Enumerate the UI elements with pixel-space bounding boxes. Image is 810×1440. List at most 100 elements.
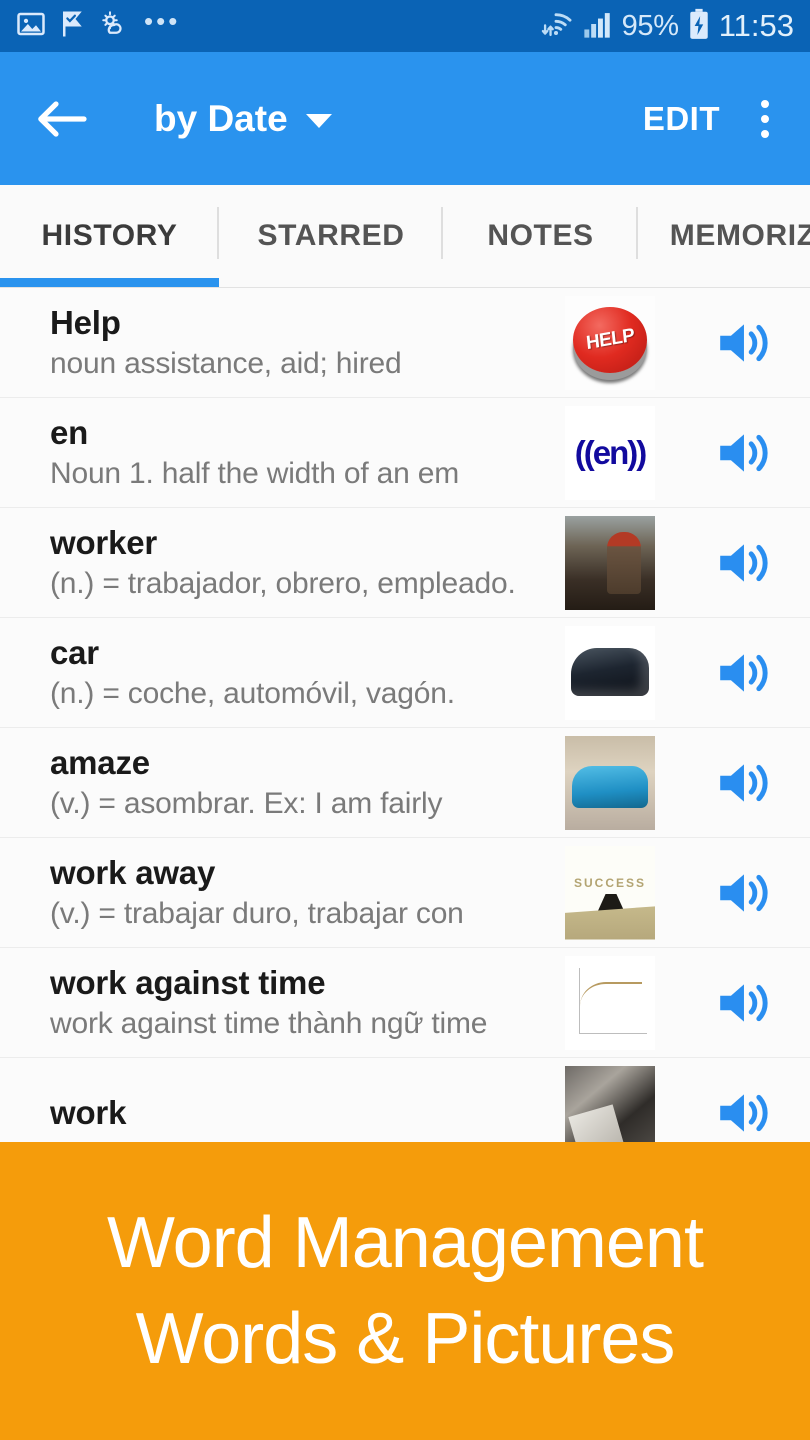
word-definition: work against time thành ngữ time	[50, 1006, 488, 1040]
desk-photo	[565, 1065, 655, 1142]
word-title: en	[50, 413, 89, 451]
speaker-icon[interactable]	[714, 644, 776, 702]
help-button-graphic: HELP	[573, 306, 647, 373]
help-button-image: HELP	[565, 295, 655, 390]
tab-bar: HISTORY STARRED NOTES MEMORIZE	[0, 185, 810, 288]
battery-percent-label: 95%	[621, 9, 679, 42]
speaker-cell[interactable]	[680, 314, 810, 372]
tab-history[interactable]: HISTORY	[0, 185, 219, 287]
tab-label: NOTES	[487, 219, 594, 252]
image-icon	[16, 9, 46, 44]
promo-banner-line1: Word Management	[107, 1203, 704, 1283]
en-logo-image: ((en))	[565, 405, 655, 500]
list-item[interactable]: work	[0, 1058, 810, 1142]
word-title: work away	[50, 853, 216, 891]
list-item[interactable]: work away (v.) = trabajar duro, trabajar…	[0, 838, 810, 948]
list-item-text: amaze (v.) = asombrar. Ex: I am fairly	[0, 742, 540, 824]
tab-memorize[interactable]: MEMORIZE	[638, 185, 810, 287]
help-button-label: HELP	[584, 324, 636, 354]
success-label: SUCCESS	[573, 875, 646, 890]
speaker-cell[interactable]	[680, 974, 810, 1032]
word-title: Help	[50, 303, 121, 341]
word-definition: Noun 1. half the width of an em	[50, 456, 460, 490]
tab-active-indicator	[0, 278, 219, 287]
promo-banner[interactable]: Word Management Words & Pictures	[0, 1142, 810, 1440]
blue-car-photo	[565, 735, 655, 830]
promo-banner-line2: Words & Pictures	[135, 1299, 676, 1379]
back-arrow-icon	[38, 100, 87, 137]
list-item[interactable]: amaze (v.) = asombrar. Ex: I am fairly	[0, 728, 810, 838]
edit-button[interactable]: EDIT	[631, 92, 732, 146]
speaker-icon[interactable]	[714, 424, 776, 482]
kebab-dot	[761, 99, 769, 108]
list-item-text: work against time work against time thàn…	[0, 962, 540, 1044]
car-photo	[565, 625, 655, 720]
overflow-menu-button[interactable]	[742, 89, 788, 149]
word-title: work	[50, 1093, 127, 1131]
status-bar-system: 95% 11:53	[538, 8, 794, 45]
speaker-cell[interactable]	[680, 424, 810, 482]
tab-starred[interactable]: STARRED	[219, 185, 443, 287]
status-bar-notifications: •••	[16, 6, 181, 44]
word-definition: (n.) = trabajador, obrero, empleado.	[50, 566, 516, 600]
check-flag-icon	[60, 9, 86, 44]
speaker-icon[interactable]	[714, 314, 776, 372]
speaker-icon[interactable]	[714, 534, 776, 592]
success-road-photo: SUCCESS	[565, 845, 655, 940]
more-dots-icon: •••	[144, 6, 181, 36]
tab-label: MEMORIZE	[669, 219, 810, 252]
list-item[interactable]: work against time work against time thàn…	[0, 948, 810, 1058]
list-item-text: Help noun assistance, aid; hired	[0, 302, 540, 384]
word-definition: noun assistance, aid; hired	[50, 346, 402, 380]
list-item-text: work away (v.) = trabajar duro, trabajar…	[0, 852, 540, 934]
tab-label: STARRED	[257, 219, 405, 252]
word-definition: (v.) = asombrar. Ex: I am fairly	[50, 786, 443, 820]
kebab-dot	[761, 114, 769, 123]
back-button[interactable]	[14, 98, 110, 140]
list-item-text: work	[0, 1092, 540, 1134]
speaker-icon[interactable]	[714, 1084, 776, 1142]
word-definition: (v.) = trabajar duro, trabajar con	[50, 896, 464, 930]
thumbnail-cell	[540, 515, 680, 610]
word-list[interactable]: Help noun assistance, aid; hired HELP en…	[0, 288, 810, 1142]
battery-charging-icon	[688, 8, 710, 45]
speaker-icon[interactable]	[714, 974, 776, 1032]
list-item[interactable]: worker (n.) = trabajador, obrero, emplea…	[0, 508, 810, 618]
status-bar: ••• 95% 11:53	[0, 0, 810, 52]
speaker-cell[interactable]	[680, 534, 810, 592]
speaker-cell[interactable]	[680, 1084, 810, 1142]
worker-photo	[565, 515, 655, 610]
speaker-icon[interactable]	[714, 864, 776, 922]
kebab-dot	[761, 129, 769, 138]
speaker-cell[interactable]	[680, 754, 810, 812]
sort-selector[interactable]: by Date	[154, 98, 332, 140]
app-bar: by Date EDIT	[0, 52, 810, 185]
chevron-down-icon	[305, 114, 332, 128]
list-item-text: en Noun 1. half the width of an em	[0, 412, 540, 494]
list-item[interactable]: en Noun 1. half the width of an em ((en)…	[0, 398, 810, 508]
list-item-text: car (n.) = coche, automóvil, vagón.	[0, 632, 540, 714]
page-title: by Date	[154, 97, 288, 139]
word-title: amaze	[50, 743, 150, 781]
word-title: work against time	[50, 963, 326, 1001]
word-title: worker	[50, 523, 158, 561]
line-chart-image	[565, 955, 655, 1050]
thumbnail-cell: SUCCESS	[540, 845, 680, 940]
thumbnail-cell	[540, 955, 680, 1050]
speaker-icon[interactable]	[714, 754, 776, 812]
speaker-cell[interactable]	[680, 644, 810, 702]
tab-notes[interactable]: NOTES	[443, 185, 638, 287]
thumbnail-cell: HELP	[540, 295, 680, 390]
tab-label: HISTORY	[41, 219, 178, 252]
wifi-icon	[538, 9, 574, 44]
list-item[interactable]: car (n.) = coche, automóvil, vagón.	[0, 618, 810, 728]
status-bar-clock: 11:53	[718, 8, 794, 43]
phone-screen: ••• 95% 11:53 by Date EDIT HISTORY STARR…	[0, 0, 810, 1440]
speaker-cell[interactable]	[680, 864, 810, 922]
word-definition: (n.) = coche, automóvil, vagón.	[50, 676, 455, 710]
thumbnail-cell	[540, 735, 680, 830]
thumbnail-cell	[540, 625, 680, 720]
thumbnail-cell	[540, 1065, 680, 1142]
list-item-text: worker (n.) = trabajador, obrero, emplea…	[0, 522, 540, 604]
list-item[interactable]: Help noun assistance, aid; hired HELP	[0, 288, 810, 398]
